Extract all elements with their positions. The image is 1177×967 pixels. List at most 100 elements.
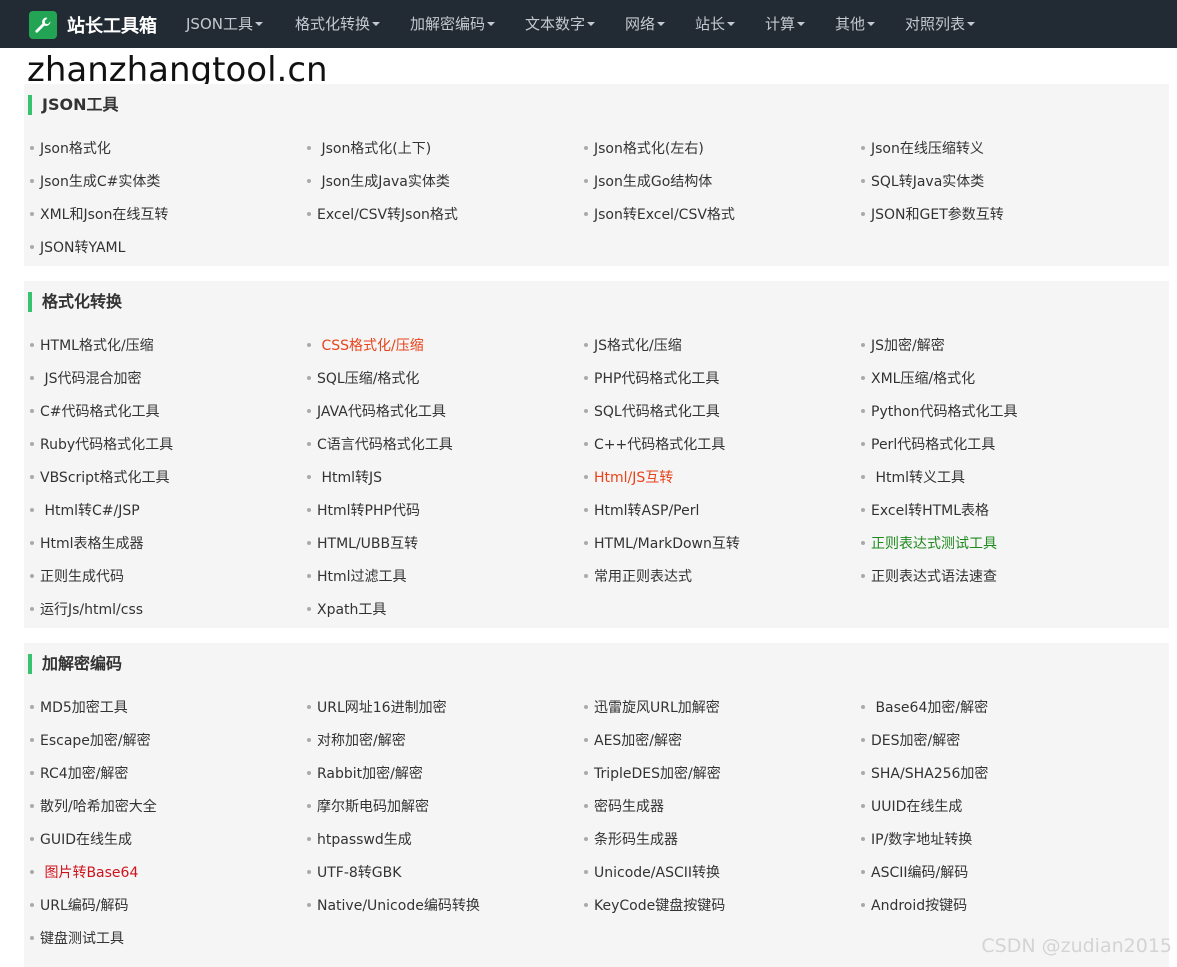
tool-link[interactable]: URL网址16进制加密 [307,699,447,717]
tool-link[interactable]: Html转JS [307,469,382,487]
tool-link[interactable]: RC4加密/解密 [30,765,128,783]
tool-link[interactable]: Json格式化(左右) [584,140,704,158]
nav-calculate[interactable]: 计算 [765,0,806,48]
tool-link[interactable]: GUID在线生成 [30,831,132,849]
tool-link[interactable]: Native/Unicode编码转换 [307,897,480,915]
tool-link-label: Base64加密/解密 [871,700,989,716]
tool-link[interactable]: 键盘测试工具 [30,930,124,948]
tool-link[interactable]: 密码生成器 [584,798,664,816]
tool-link[interactable]: XML压缩/格式化 [861,370,975,388]
tool-link[interactable]: SQL压缩/格式化 [307,370,419,388]
tool-link[interactable]: Html表格生成器 [30,535,144,553]
brand-logo[interactable]: 站长工具箱 [29,10,157,39]
nav-text-numbers[interactable]: 文本数字 [525,0,596,48]
tool-link-label: Html转JS [317,470,383,486]
tool-link-label: Perl代码格式化工具 [871,437,996,453]
tool-link[interactable]: JAVA代码格式化工具 [307,403,446,421]
tool-link[interactable]: 正则表达式测试工具 [861,535,997,553]
nav-format-convert[interactable]: 格式化转换 [295,0,381,48]
tool-link[interactable]: Json转Excel/CSV格式 [584,206,735,224]
tool-link[interactable]: 正则表达式语法速查 [861,568,997,586]
nav-webmaster[interactable]: 站长 [695,0,736,48]
bullet-icon [307,607,311,611]
tool-link[interactable]: URL编码/解码 [30,897,129,915]
tool-link[interactable]: 散列/哈希加密大全 [30,798,157,816]
tool-link[interactable]: Html转C#/JSP [30,502,140,520]
tool-link[interactable]: Base64加密/解密 [861,699,988,717]
tool-link[interactable]: SHA/SHA256加密 [861,765,988,783]
tool-link[interactable]: UUID在线生成 [861,798,962,816]
tool-link-label: UTF-8转GBK [317,865,402,881]
tool-link[interactable]: C#代码格式化工具 [30,403,160,421]
tool-link[interactable]: HTML/MarkDown互转 [584,535,740,553]
tool-link[interactable]: 常用正则表达式 [584,568,692,586]
tool-link[interactable]: JSON和GET参数互转 [861,206,1004,224]
tool-link[interactable]: Html过滤工具 [307,568,407,586]
tool-link[interactable]: JSON转YAML [30,239,125,257]
tool-link[interactable]: JS代码混合加密 [30,370,141,388]
tool-link[interactable]: Excel/CSV转Json格式 [307,206,458,224]
tool-link-label: Android按键码 [871,898,968,914]
nav-encrypt-encode[interactable]: 加解密编码 [410,0,496,48]
tool-link[interactable]: Html/JS互转 [584,469,673,487]
tool-link[interactable]: C语言代码格式化工具 [307,436,453,454]
tool-link[interactable]: HTML/UBB互转 [307,535,418,553]
tool-link[interactable]: Json生成Go结构体 [584,173,712,191]
tool-link[interactable]: UTF-8转GBK [307,864,401,882]
tool-link[interactable]: Html转义工具 [861,469,965,487]
tool-link[interactable]: 正则生成代码 [30,568,124,586]
tool-link[interactable]: MD5加密工具 [30,699,128,717]
tool-link[interactable]: Html转ASP/Perl [584,502,699,520]
tool-link[interactable]: Json生成C#实体类 [30,173,160,191]
bullet-icon [584,146,588,150]
tool-link[interactable]: VBScript格式化工具 [30,469,170,487]
tool-link[interactable]: PHP代码格式化工具 [584,370,719,388]
tool-link[interactable]: Json格式化 [30,140,111,158]
tool-link[interactable]: Excel转HTML表格 [861,502,989,520]
tool-link[interactable]: DES加密/解密 [861,732,960,750]
tool-link[interactable]: Escape加密/解密 [30,732,151,750]
tool-link[interactable]: 图片转Base64 [30,864,138,882]
nav-network[interactable]: 网络 [625,0,666,48]
bullet-icon [30,343,34,347]
nav-other[interactable]: 其他 [835,0,876,48]
tool-link[interactable]: CSS格式化/压缩 [307,337,424,355]
bullet-icon [861,475,865,479]
tool-link[interactable]: HTML格式化/压缩 [30,337,154,355]
tool-link[interactable]: 摩尔斯电码加解密 [307,798,429,816]
tool-link[interactable]: 运行Js/html/css [30,601,143,619]
tool-link[interactable]: AES加密/解密 [584,732,682,750]
tool-link[interactable]: SQL转Java实体类 [861,173,984,191]
tool-link[interactable]: XML和Json在线互转 [30,206,168,224]
tool-link[interactable]: IP/数字地址转换 [861,831,972,849]
tool-link[interactable]: Perl代码格式化工具 [861,436,995,454]
tool-link[interactable]: JS加密/解密 [861,337,945,355]
tool-link[interactable]: htpasswd生成 [307,831,412,849]
tool-link-label: KeyCode键盘按键码 [594,898,726,914]
tool-link[interactable]: 迅雷旋风URL加解密 [584,699,720,717]
tool-link[interactable]: Unicode/ASCII转换 [584,864,720,882]
tool-link[interactable]: Json生成Java实体类 [307,173,450,191]
tool-link[interactable]: Html转PHP代码 [307,502,420,520]
tool-link[interactable]: TripleDES加密/解密 [584,765,721,783]
tool-link[interactable]: Xpath工具 [307,601,386,619]
tool-link[interactable]: ASCII编码/解码 [861,864,968,882]
tool-link[interactable]: Android按键码 [861,897,967,915]
tool-link[interactable]: Rabbit加密/解密 [307,765,423,783]
nav-reference-lists[interactable]: 对照列表 [905,0,976,48]
bullet-icon [30,936,34,940]
tool-link[interactable]: Ruby代码格式化工具 [30,436,173,454]
tool-link[interactable]: 条形码生成器 [584,831,678,849]
nav-json-tools[interactable]: JSON工具 [186,0,263,48]
tool-link[interactable]: SQL代码格式化工具 [584,403,720,421]
tool-link[interactable]: 对称加密/解密 [307,732,406,750]
tool-link-label: Excel/CSV转Json格式 [317,207,458,223]
tool-link-label: SQL代码格式化工具 [594,404,720,420]
tool-link[interactable]: JS格式化/压缩 [584,337,682,355]
tool-link[interactable]: KeyCode键盘按键码 [584,897,725,915]
tool-link[interactable]: Json在线压缩转义 [861,140,984,158]
tool-link[interactable]: Json格式化(上下) [307,140,431,158]
tool-link[interactable]: Python代码格式化工具 [861,403,1018,421]
tool-link[interactable]: C++代码格式化工具 [584,436,725,454]
bullet-icon [30,541,34,545]
